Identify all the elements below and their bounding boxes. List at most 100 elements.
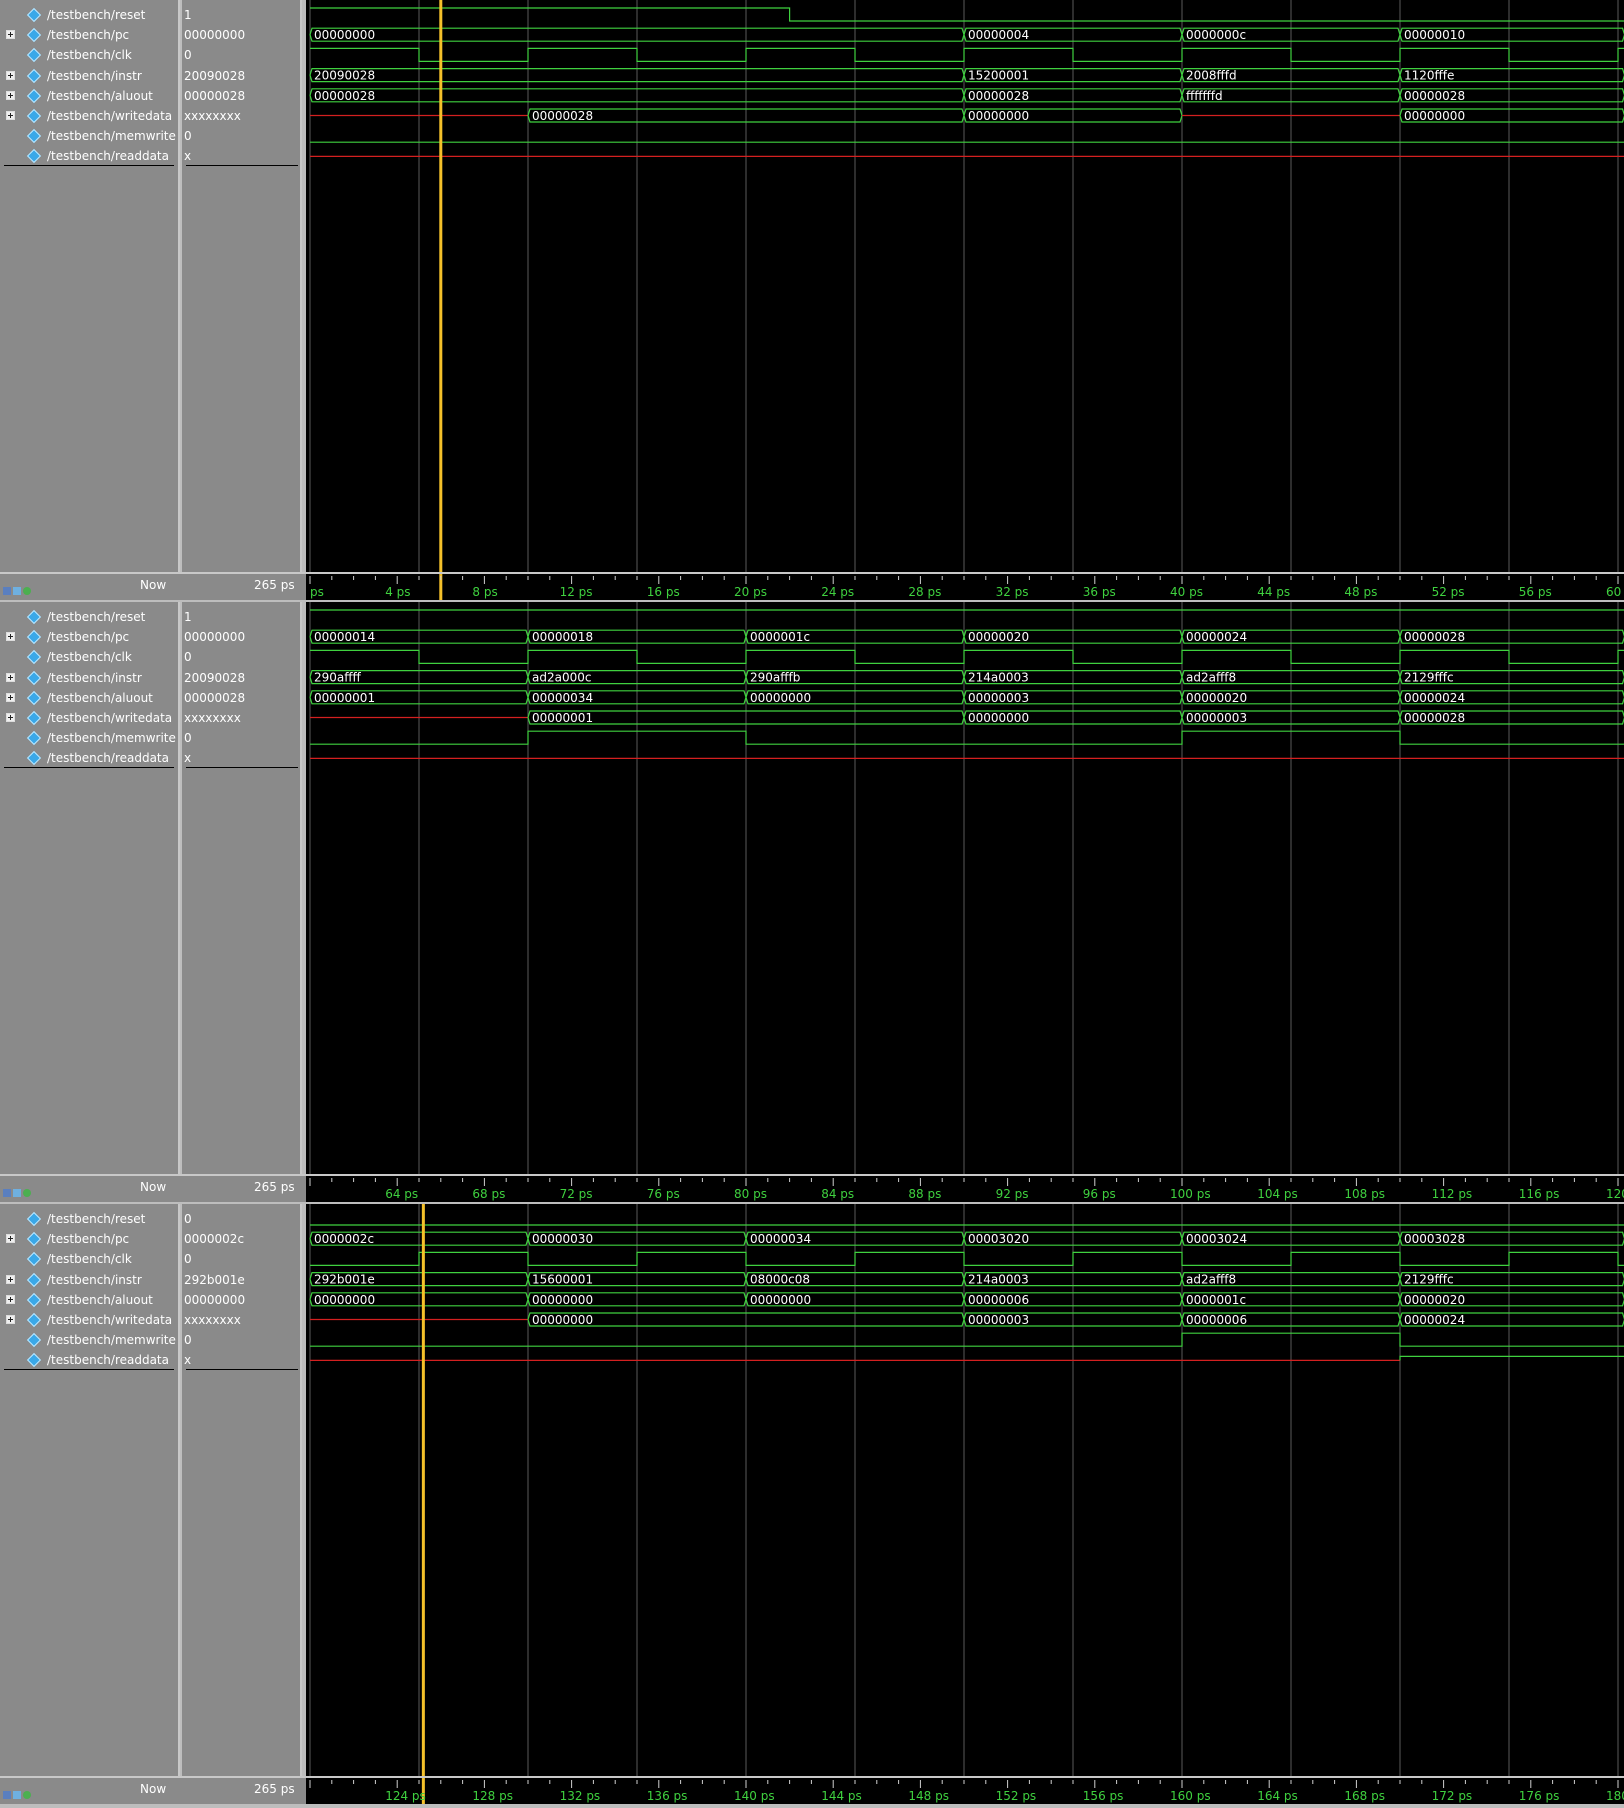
expand-icon[interactable] <box>6 1315 15 1324</box>
signal-row[interactable]: /testbench/pc <box>0 1229 178 1249</box>
signal-name: /testbench/aluout <box>47 1292 153 1307</box>
signal-row[interactable]: /testbench/writedata <box>0 708 178 728</box>
expand-icon[interactable] <box>6 1274 15 1284</box>
expand-icon[interactable] <box>6 672 15 682</box>
signal-row[interactable]: /testbench/instr <box>0 668 178 688</box>
cursor-plus-icon[interactable] <box>23 587 31 595</box>
aluout-bus-label: 00000020 <box>1186 691 1247 705</box>
signal-icon <box>27 1252 39 1264</box>
signal-row[interactable]: /testbench/memwrite <box>0 1330 178 1350</box>
signal-row[interactable]: /testbench/readdata <box>0 748 178 768</box>
signal-value: 00000028 <box>184 88 246 103</box>
signal-row[interactable]: /testbench/pc <box>0 25 178 45</box>
pc-bus-label: 00000028 <box>1404 630 1465 644</box>
ruler-label: 144 ps <box>821 1789 862 1803</box>
signal-value-row: 0 <box>182 126 300 146</box>
list-end-line <box>186 164 298 166</box>
expand-icon[interactable] <box>6 1234 15 1244</box>
signal-row[interactable]: /testbench/aluout <box>0 688 178 708</box>
signal-row[interactable]: /testbench/pc <box>0 627 178 647</box>
cursor-add-icon[interactable] <box>13 1791 21 1799</box>
signal-name: /testbench/readdata <box>47 1353 169 1368</box>
signal-name: /testbench/clk <box>47 1252 132 1267</box>
expand-icon[interactable] <box>6 692 15 702</box>
zoom-icon[interactable] <box>3 1791 11 1799</box>
signal-row[interactable]: /testbench/aluout <box>0 86 178 106</box>
instr-bus-label: ad2a000c <box>532 671 591 685</box>
signal-icon <box>27 89 39 101</box>
ruler-label: 116 ps <box>1519 1187 1560 1201</box>
signal-value-row: 0 <box>182 728 300 748</box>
wave-footer: Now 265 ps 64 ps 68 ps 72 ps 76 ps 80 ps 84 p… <box>0 1174 1624 1202</box>
expand-icon[interactable] <box>6 90 15 100</box>
list-end-line <box>186 1368 298 1370</box>
signal-row[interactable]: /testbench/readdata <box>0 1350 178 1370</box>
signal-row[interactable]: /testbench/clk <box>0 45 178 65</box>
signal-row[interactable]: /testbench/clk <box>0 647 178 667</box>
signal-row[interactable]: /testbench/reset <box>0 5 178 25</box>
footer-icons[interactable] <box>3 1182 33 1201</box>
cursor-add-icon[interactable] <box>13 1189 21 1197</box>
time-ruler[interactable]: 124 ps 128 ps 132 ps 136 ps 140 ps 144 ps 148 … <box>306 1778 1624 1804</box>
expand-icon[interactable] <box>6 70 15 80</box>
footer-icons[interactable] <box>3 1784 33 1803</box>
expand-icon[interactable] <box>6 30 15 40</box>
signal-row[interactable]: /testbench/aluout <box>0 1290 178 1310</box>
expand-icon[interactable] <box>6 632 15 642</box>
cursor-plus-icon[interactable] <box>23 1791 31 1799</box>
ruler-label: 164 ps <box>1257 1789 1298 1803</box>
signal-row[interactable]: /testbench/reset <box>0 607 178 627</box>
signal-value-row: 0000002c <box>182 1229 300 1249</box>
signal-row[interactable]: /testbench/writedata <box>0 106 178 126</box>
signal-row[interactable]: /testbench/clk <box>0 1249 178 1269</box>
signal-row[interactable]: /testbench/reset <box>0 1209 178 1229</box>
zoom-icon[interactable] <box>3 587 11 595</box>
signal-name: /testbench/clk <box>47 650 132 665</box>
expand-icon[interactable] <box>6 111 15 120</box>
wave-footer: Now 265 ps ps 4 ps 8 ps 12 ps 16 ps 20 ps 24 p… <box>0 572 1624 600</box>
cursor-plus-icon[interactable] <box>23 1189 31 1197</box>
wave-pane-2: /testbench/reset/testbench/pc/testbench/… <box>0 602 1624 1202</box>
expand-icon[interactable] <box>6 713 15 722</box>
signal-row[interactable]: /testbench/instr <box>0 66 178 86</box>
signal-names-column: /testbench/reset/testbench/pc/testbench/… <box>0 602 180 1174</box>
waveform-area[interactable]: 00000000 00000004 0000000c 00000010 20090028… <box>306 0 1624 572</box>
expand-icon[interactable] <box>6 1294 15 1304</box>
waveform-area[interactable]: 00000014 00000018 0000001c 00000020 00000024… <box>306 602 1624 1174</box>
signal-row[interactable]: /testbench/memwrite <box>0 728 178 748</box>
clk-wave <box>310 47 1624 62</box>
signal-names-column: /testbench/reset/testbench/pc/testbench/… <box>0 1204 180 1776</box>
signal-name: /testbench/aluout <box>47 88 153 103</box>
signal-value: 1 <box>184 8 192 22</box>
time-ruler[interactable]: ps 4 ps 8 ps 12 ps 16 ps 20 ps 24 ps 28 ps 32 ps… <box>306 574 1624 600</box>
signal-value-row: 0 <box>182 1249 300 1269</box>
signal-name: /testbench/reset <box>47 8 146 22</box>
pc-bus-label: 0000000c <box>1186 28 1246 42</box>
ruler-label: 56 ps <box>1519 585 1552 599</box>
signal-value: 0 <box>184 1212 192 1226</box>
ruler-label: 92 ps <box>996 1187 1029 1201</box>
aluout-bus-label: 00000003 <box>968 691 1029 705</box>
cursor-add-icon[interactable] <box>13 587 21 595</box>
signal-value-row: x <box>182 1350 300 1370</box>
aluout-bus-label: 00000000 <box>750 1293 811 1307</box>
signal-row[interactable]: /testbench/memwrite <box>0 126 178 146</box>
instr-bus-label: 08000c08 <box>750 1273 810 1287</box>
signal-row[interactable]: /testbench/writedata <box>0 1310 178 1330</box>
footer-icons[interactable] <box>3 580 33 599</box>
instr-bus-label: 290affff <box>314 671 362 685</box>
aluout-bus-label: 00000028 <box>968 89 1029 103</box>
time-ruler[interactable]: 64 ps 68 ps 72 ps 76 ps 80 ps 84 ps 88 ps 92 ps… <box>306 1176 1624 1202</box>
signal-row[interactable]: /testbench/instr <box>0 1270 178 1290</box>
signal-value-row: 1 <box>182 607 300 627</box>
signal-name: /testbench/reset <box>47 1212 146 1226</box>
waveform-svg: 00000014 00000018 0000001c 00000020 00000024… <box>309 602 1624 1174</box>
ruler-svg: 124 ps 128 ps 132 ps 136 ps 140 ps 144 ps 148 … <box>309 1778 1624 1804</box>
pc-bus-label: 00003020 <box>968 1232 1029 1246</box>
instr-bus-label: 2008fffd <box>1186 69 1237 83</box>
zoom-icon[interactable] <box>3 1189 11 1197</box>
instr-bus-label: 2129fffc <box>1404 1273 1454 1287</box>
ruler-label: 140 ps <box>734 1789 775 1803</box>
signal-row[interactable]: /testbench/readdata <box>0 146 178 166</box>
waveform-area[interactable]: 0000002c 00000030 00000034 00003020 00003024… <box>306 1204 1624 1776</box>
